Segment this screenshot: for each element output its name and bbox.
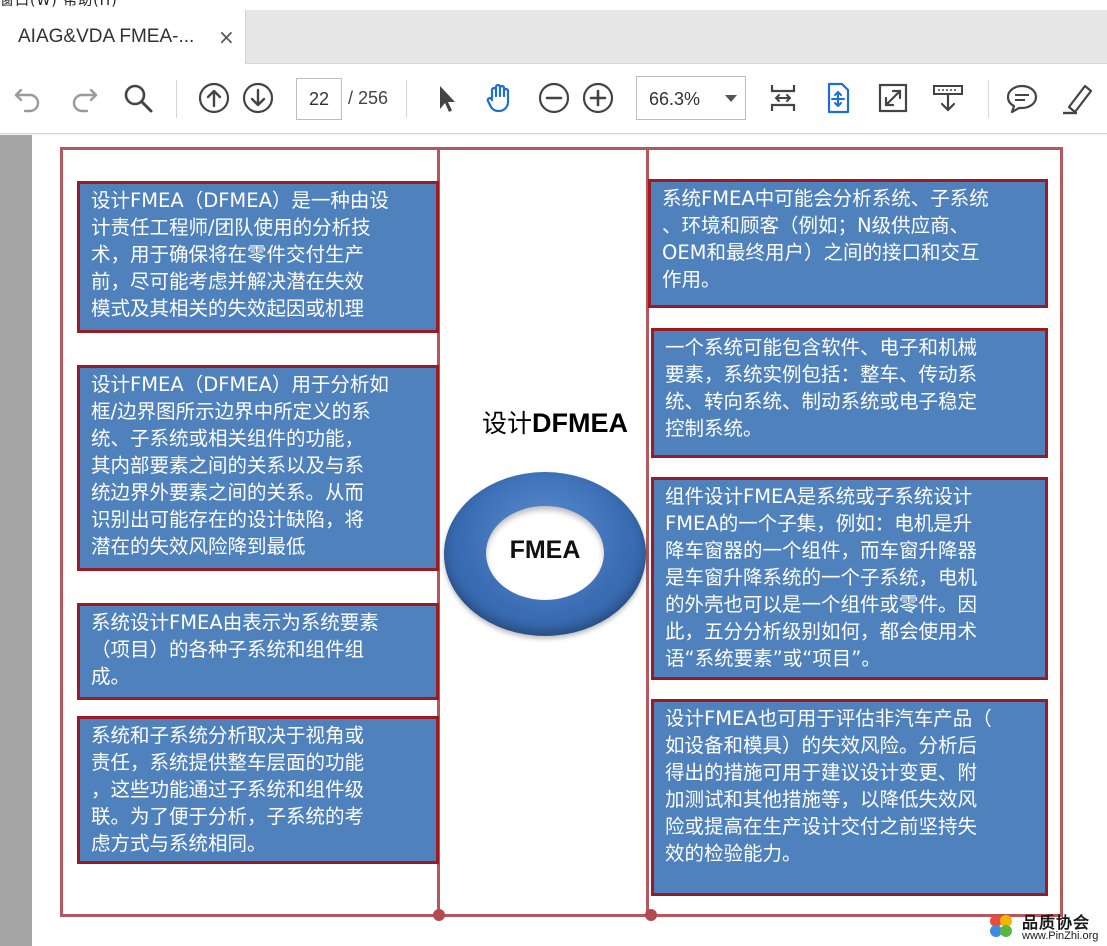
page-number-input[interactable]: 22 bbox=[296, 78, 342, 120]
box-text-line: 此，五分分析级别如何，都会使用术 bbox=[665, 620, 978, 643]
box-text-line: 系统和子系统分析取决于视角或 bbox=[91, 724, 365, 747]
box-text-line: 潜在的失效风险降到最低 bbox=[91, 535, 306, 558]
menu-bar: 窗口(W) 帮助(H) bbox=[0, 0, 1107, 10]
box-text-line: 作用。 bbox=[662, 268, 721, 291]
zoom-value: 66.3% bbox=[649, 89, 701, 109]
box-text-line: 联。为了便于分析，子系统的考 bbox=[91, 805, 365, 828]
right-box-4: 设计FMEA也可用于评估非汽车产品（ 如设备和模具）的失效风险。分析后 得出的措施可… bbox=[651, 699, 1048, 896]
box-text-line: 虑方式与系统相同。 bbox=[91, 832, 267, 855]
box-text-line: 前，尽可能考虑并解决潜在失效 bbox=[91, 270, 365, 293]
right-box-3: 组件设计FMEA是系统或子系统设计 FMEA的一个子集，例如：电机是升 降车窗器的一… bbox=[651, 477, 1048, 680]
box-text-line: OEM和最终用户）之间的接口和交互 bbox=[662, 241, 980, 264]
center-title-prefix: 设计 bbox=[482, 409, 533, 438]
box-text-line: 系统FMEA中可能会分析系统、子系统 bbox=[662, 187, 989, 210]
box-text-line: 险或提高在生产设计交付之前坚持失 bbox=[665, 815, 978, 838]
comment-icon[interactable] bbox=[1004, 80, 1040, 116]
box-text-line: 得出的措施可用于建议设计变更、附 bbox=[665, 761, 978, 784]
box-text-line: 、环境和顾客（例如；N级供应商、 bbox=[662, 214, 970, 237]
page-total: / 256 bbox=[348, 88, 389, 108]
toolbar-separator bbox=[988, 80, 989, 118]
box-text-line: 如设备和模具）的失效风险。分析后 bbox=[665, 734, 978, 757]
box-text-line: 统、子系统或相关组件的功能， bbox=[91, 427, 365, 450]
divider-endpoint bbox=[433, 909, 445, 921]
page-down-icon[interactable] bbox=[240, 80, 276, 116]
box-text-line: 设计FMEA也可用于评估非汽车产品（ bbox=[665, 707, 992, 730]
toolbar-separator bbox=[176, 80, 177, 118]
chevron-down-icon bbox=[725, 95, 737, 102]
left-box-2: 设计FMEA（DFMEA）用于分析如 框/边界图所示边界中所定义的系 统、子系统或相… bbox=[77, 365, 439, 571]
left-box-4: 系统和子系统分析取决于视角或 责任，系统提供整车层面的功能 ，这些功能通过子系统和组… bbox=[77, 716, 439, 864]
watermark: 品质协会 www.PinZhi.org bbox=[982, 905, 1107, 946]
box-text-line: 统边界外要素之间的关系。从而 bbox=[91, 481, 365, 504]
box-text-line: 计责任工程师/团队使用的分析技 bbox=[91, 216, 371, 239]
box-text-line: 框/边界图所示边界中所定义的系 bbox=[91, 400, 371, 423]
box-text-line: 责任，系统提供整车层面的功能 bbox=[91, 751, 365, 774]
document-tab[interactable]: AIAG&VDA FMEA-... × bbox=[0, 10, 246, 65]
search-icon[interactable] bbox=[120, 80, 156, 116]
right-box-2: 一个系统可能包含软件、电子和机械 要素，系统实例包括：整车、传动系 统、转向系统、制… bbox=[651, 328, 1048, 458]
highlight-pen-icon[interactable] bbox=[1060, 80, 1096, 116]
zoom-out-icon[interactable] bbox=[536, 80, 572, 116]
toolbar-separator bbox=[406, 80, 407, 118]
divider-endpoint bbox=[645, 909, 657, 921]
box-text-line: 系统设计FMEA由表示为系统要素 bbox=[91, 611, 379, 634]
center-title: 设计DFMEA bbox=[482, 404, 628, 440]
box-text-line: 设计FMEA（DFMEA）是一种由设 bbox=[91, 189, 389, 212]
box-text-line: 语“系统要素”或“项目”。 bbox=[665, 647, 881, 670]
tab-bar: AIAG&VDA FMEA-... × bbox=[0, 10, 1107, 65]
menu-label[interactable]: 窗口(W) 帮助(H) bbox=[0, 0, 118, 10]
right-box-1: 系统FMEA中可能会分析系统、子系统 、环境和顾客（例如；N级供应商、 OEM和最终… bbox=[648, 179, 1048, 308]
box-text-line: 降车窗器的一个组件，而车窗升降器 bbox=[665, 539, 978, 562]
read-mode-icon[interactable] bbox=[930, 80, 966, 116]
box-text-line: 控制系统。 bbox=[665, 417, 763, 440]
box-text-line: ，这些功能通过子系统和组件级 bbox=[91, 778, 365, 801]
close-icon[interactable]: × bbox=[218, 25, 235, 49]
tab-title: AIAG&VDA FMEA-... bbox=[18, 26, 195, 47]
box-text-line: 要素，系统实例包括：整车、传动系 bbox=[665, 363, 978, 386]
hand-tool-icon[interactable] bbox=[482, 80, 518, 116]
pinzhi-logo-icon bbox=[990, 915, 1012, 937]
select-arrow-icon[interactable] bbox=[428, 80, 464, 116]
box-text-line: 术，用于确保将在零件交付生产 bbox=[91, 243, 365, 266]
box-text-line: 模式及其相关的失效起因或机理 bbox=[91, 297, 365, 320]
box-text-line: 识别出可能存在的设计缺陷，将 bbox=[91, 508, 365, 531]
left-box-3: 系统设计FMEA由表示为系统要素 （项目）的各种子系统和组件组 成。 bbox=[77, 603, 439, 700]
box-text-line: 一个系统可能包含软件、电子和机械 bbox=[665, 336, 978, 359]
center-title-bold: DFMEA bbox=[532, 408, 629, 438]
zoom-in-icon[interactable] bbox=[580, 80, 616, 116]
zoom-select[interactable]: 66.3% bbox=[636, 76, 746, 120]
full-screen-icon[interactable] bbox=[875, 80, 911, 116]
toolbar: 22 / 256 66.3% bbox=[0, 64, 1107, 134]
box-text-line: 设计FMEA（DFMEA）用于分析如 bbox=[91, 373, 389, 396]
box-text-line: 其内部要素之间的关系以及与系 bbox=[91, 454, 365, 477]
navigation-pane-edge[interactable] bbox=[0, 135, 32, 946]
box-text-line: 效的检验能力。 bbox=[665, 842, 802, 865]
fmea-ring-label: FMEA bbox=[509, 536, 581, 564]
watermark-url: www.PinZhi.org bbox=[1022, 930, 1099, 942]
box-text-line: 的外壳也可以是一个组件或零件。因 bbox=[665, 593, 978, 616]
fit-page-icon[interactable] bbox=[765, 80, 801, 116]
scroll-mode-icon[interactable] bbox=[820, 80, 856, 116]
box-text-line: （项目）的各种子系统和组件组 bbox=[91, 638, 365, 661]
box-text-line: 是车窗升降系统的一个子系统，电机 bbox=[665, 566, 978, 589]
page-up-icon[interactable] bbox=[196, 80, 232, 116]
undo-icon[interactable] bbox=[10, 80, 46, 116]
box-text-line: 加测试和其他措施等，以降低失效风 bbox=[665, 788, 978, 811]
left-box-1: 设计FMEA（DFMEA）是一种由设 计责任工程师/团队使用的分析技 术，用于确保将… bbox=[77, 181, 439, 333]
box-text-line: 组件设计FMEA是系统或子系统设计 bbox=[665, 485, 973, 508]
box-text-line: 统、转向系统、制动系统或电子稳定 bbox=[665, 390, 978, 413]
box-text-line: FMEA的一个子集，例如：电机是升 bbox=[665, 512, 973, 535]
box-text-line: 成。 bbox=[91, 665, 131, 688]
redo-icon[interactable] bbox=[66, 80, 102, 116]
